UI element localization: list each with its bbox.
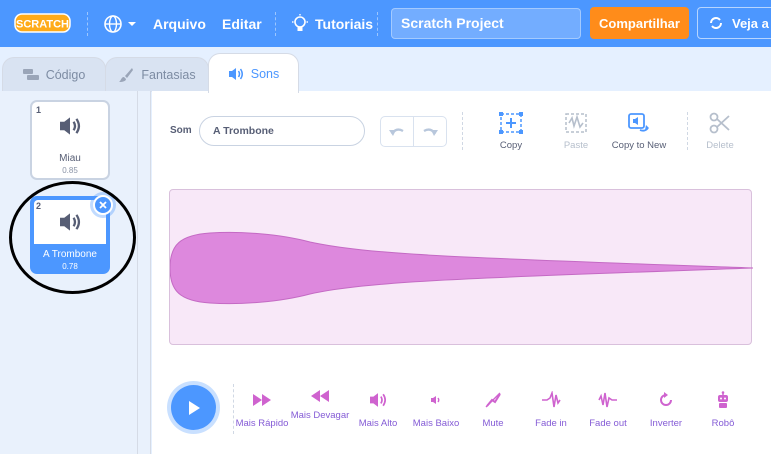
play-button[interactable]	[171, 385, 216, 430]
effect-reverse-button[interactable]: Inverter	[636, 390, 696, 429]
robot-icon	[718, 391, 728, 408]
see-project-page-button[interactable]: Veja a	[697, 7, 771, 39]
effect-softer-button[interactable]: Mais Baixo	[406, 390, 466, 429]
copy-to-new-button[interactable]: Copy to New	[609, 111, 669, 151]
effect-faster-label: Mais Rápido	[235, 418, 289, 429]
speaker-icon	[60, 213, 81, 231]
tutorials-label: Tutoriais	[315, 15, 374, 32]
fade-in-icon	[542, 391, 561, 408]
fade-out-icon	[598, 392, 617, 408]
undo-redo-group	[380, 116, 447, 147]
fast-forward-icon	[253, 394, 271, 406]
close-icon	[99, 201, 107, 209]
play-icon	[188, 400, 200, 415]
language-menu[interactable]	[103, 0, 137, 47]
effect-fade-in-button[interactable]: Fade in	[521, 390, 581, 429]
tab-costumes[interactable]: Fantasias	[105, 57, 209, 92]
paste-icon	[565, 113, 587, 133]
waveform	[170, 231, 753, 305]
file-menu[interactable]: Arquivo	[153, 0, 206, 47]
svg-text:SCRATCH: SCRATCH	[16, 19, 69, 31]
scratch-logo[interactable]: SCRATCH	[14, 12, 71, 34]
copy-icon	[499, 112, 523, 134]
paste-button[interactable]: Paste	[556, 111, 596, 151]
effect-robot-button[interactable]: Robô	[693, 390, 753, 429]
project-title-input[interactable]: Scratch Project	[391, 8, 581, 39]
softer-icon	[431, 396, 440, 404]
effect-faster-button[interactable]: Mais Rápido	[232, 390, 292, 429]
copy-to-new-icon	[628, 113, 649, 132]
code-blocks-icon	[22, 69, 39, 80]
delete-button[interactable]: Delete	[700, 111, 740, 151]
redo-icon	[423, 127, 438, 136]
sound-name: A Trombone	[43, 249, 97, 260]
delete-label: Delete	[706, 140, 734, 151]
tab-sounds-label: Sons	[250, 66, 280, 81]
effect-fade-out-button[interactable]: Fade out	[578, 390, 638, 429]
globe-icon	[104, 14, 122, 33]
sound-name-input[interactable]: A Trombone	[199, 116, 365, 146]
paintbrush-icon	[119, 68, 134, 82]
effect-louder-button[interactable]: Mais Alto	[348, 390, 408, 429]
undo-icon	[389, 127, 404, 136]
effect-slower-button[interactable]: Mais Devagar	[290, 386, 350, 421]
effect-slower-label: Mais Devagar	[290, 410, 350, 421]
tab-code[interactable]: Código	[2, 57, 106, 92]
tab-strip: Código Fantasias Sons	[0, 47, 771, 93]
copy-to-new-label: Copy to New	[611, 140, 667, 151]
refresh-icon	[710, 17, 722, 29]
sound-name: Miau	[59, 153, 81, 164]
reverse-icon	[660, 392, 672, 406]
sound-list-scrollbar[interactable]	[138, 91, 151, 454]
effect-louder-label: Mais Alto	[358, 418, 398, 429]
sound-number: 2	[36, 201, 42, 211]
delete-sound-button[interactable]	[93, 195, 113, 215]
louder-icon	[370, 393, 386, 407]
sound-duration: 0.78	[62, 262, 78, 271]
sound-thumbnail	[34, 104, 106, 148]
effect-reverse-label: Inverter	[649, 418, 683, 429]
tab-sounds[interactable]: Sons	[208, 53, 299, 93]
effect-mute-label: Mute	[482, 418, 504, 429]
see-project-page-label: Veja a	[732, 15, 769, 31]
chevron-down-icon	[128, 21, 136, 26]
effect-fade-in-label: Fade in	[535, 418, 567, 429]
sound-duration: 0.85	[62, 166, 78, 175]
effect-robot-label: Robô	[711, 418, 735, 429]
tab-code-label: Código	[45, 68, 86, 82]
edit-menu[interactable]: Editar	[222, 0, 262, 47]
scissors-icon	[709, 112, 730, 134]
redo-button[interactable]	[413, 117, 446, 146]
rewind-icon	[311, 390, 329, 402]
tab-costumes-label: Fantasias	[141, 68, 196, 82]
copy-label: Copy	[499, 140, 523, 151]
sound-name-label: Som	[170, 125, 192, 136]
effect-fade-out-label: Fade out	[589, 418, 627, 429]
lightbulb-icon	[292, 13, 308, 31]
menu-bar: SCRATCH Arquivo Editar Tutoriais Scratch…	[0, 0, 771, 47]
speaker-icon	[60, 117, 81, 135]
sound-card-miau[interactable]: 1 Miau 0.85	[30, 100, 110, 180]
effect-mute-button[interactable]: Mute	[463, 390, 523, 429]
waveform-panel[interactable]	[169, 189, 753, 345]
copy-button[interactable]: Copy	[491, 111, 531, 151]
tutorials-button[interactable]: Tutoriais	[291, 0, 373, 47]
undo-button[interactable]	[381, 117, 413, 146]
paste-label: Paste	[563, 140, 589, 151]
share-button[interactable]: Compartilhar	[590, 7, 689, 39]
mute-icon	[485, 392, 501, 408]
effect-softer-label: Mais Baixo	[412, 418, 460, 429]
speaker-icon	[228, 67, 243, 80]
